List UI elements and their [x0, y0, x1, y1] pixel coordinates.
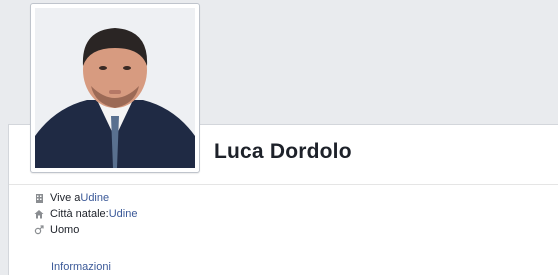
home-icon [34, 209, 44, 219]
tab-informazioni[interactable]: Informazioni [51, 261, 111, 273]
profile-info-list: Vive a Udine Città natale: Udine Uomo [34, 190, 137, 238]
info-lives-in-link[interactable]: Udine [80, 190, 109, 206]
info-hometown-link[interactable]: Udine [109, 206, 138, 222]
info-gender: Uomo [34, 222, 137, 238]
info-hometown: Città natale: Udine [34, 206, 137, 222]
info-hometown-label: Città natale: [50, 208, 109, 220]
building-icon [34, 193, 44, 203]
profile-photo-image [35, 8, 195, 168]
info-gender-label: Uomo [50, 224, 80, 236]
male-icon [34, 225, 44, 235]
profile-photo[interactable] [30, 3, 200, 173]
profile-name: Luca Dordolo [214, 140, 352, 163]
info-lives-in: Vive a Udine [34, 190, 137, 206]
section-divider [9, 184, 558, 185]
info-lives-in-label: Vive a [50, 192, 81, 204]
